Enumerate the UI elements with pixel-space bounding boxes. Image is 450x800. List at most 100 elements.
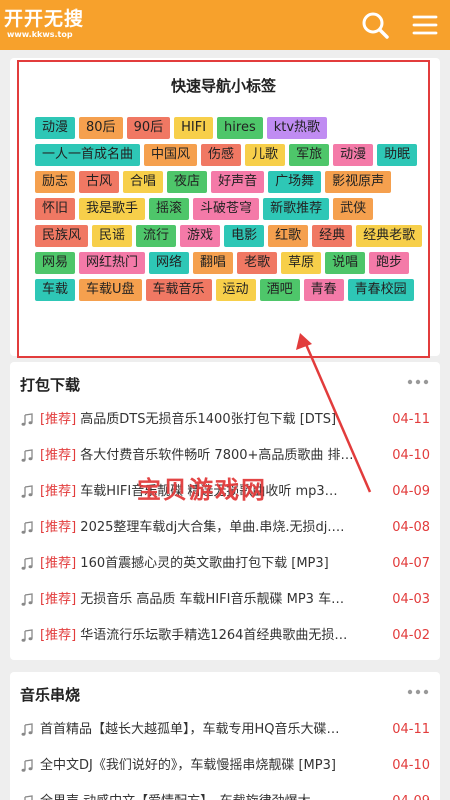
nav-tag[interactable]: ktv热歌 bbox=[266, 117, 328, 139]
nav-tag[interactable]: 酒吧 bbox=[259, 279, 300, 301]
list-item[interactable]: [推荐] 160首震撼心灵的英文歌曲打包下载 [MP3] 04-07 bbox=[10, 546, 440, 582]
list-item[interactable]: [推荐] 华语流行乐坛歌手精选1264首经典歌曲无损… 04-02 bbox=[10, 618, 440, 654]
nav-tag[interactable]: 好声音 bbox=[211, 171, 265, 193]
nav-tag[interactable]: HIFI bbox=[174, 117, 214, 139]
item-date: 04-11 bbox=[392, 722, 430, 737]
nav-tag[interactable]: 老歌 bbox=[237, 252, 278, 274]
music-note-icon bbox=[21, 759, 33, 772]
nav-tag[interactable]: 动漫 bbox=[35, 117, 76, 139]
download-list: [推荐] 高品质DTS无损音乐1400张打包下载 [DTS] 04-11 [推荐] … bbox=[10, 402, 440, 654]
top-bar: 开开无搜 www.kkws.top bbox=[0, 0, 450, 50]
nav-tag[interactable]: 90后 bbox=[126, 117, 171, 139]
nav-tag[interactable]: 车载 bbox=[35, 279, 76, 301]
item-date: 04-09 bbox=[392, 484, 430, 499]
item-title[interactable]: 全男声 动感中文【爱情配方】，车载旋律劲爆大… bbox=[40, 793, 385, 800]
nav-tag[interactable]: 经典 bbox=[312, 225, 353, 247]
item-date: 04-10 bbox=[392, 758, 430, 773]
nav-tag[interactable]: 车载U盘 bbox=[79, 279, 142, 301]
nav-tag[interactable]: hires bbox=[217, 117, 263, 139]
list-item[interactable]: 首首精品【越长大越孤单】，车载专用HQ音乐大碟… 04-11 bbox=[10, 712, 440, 748]
highlight-frame: 快速导航小标签 动漫 80后 90后 HIFI hires ktv热歌 一人一首成名曲 中国风… bbox=[17, 60, 430, 358]
item-title[interactable]: [推荐] 各大付费音乐软件畅听 7800+高品质歌曲 排… bbox=[40, 447, 385, 465]
nav-tag[interactable]: 中国风 bbox=[144, 144, 198, 166]
item-text: 车载HIFI音乐靓碟 精选无损歌曲收听 mp3… bbox=[80, 484, 338, 499]
nav-tag[interactable]: 网红热门 bbox=[79, 252, 146, 274]
nav-tag[interactable]: 电影 bbox=[224, 225, 265, 247]
item-title[interactable]: [推荐] 车载HIFI音乐靓碟 精选无损歌曲收听 mp3… bbox=[40, 483, 385, 501]
recommend-label: [推荐] bbox=[40, 592, 77, 607]
nav-tag[interactable]: 80后 bbox=[79, 117, 123, 139]
logo-text: 开开无搜 bbox=[4, 8, 85, 30]
nav-tag[interactable]: 助眠 bbox=[377, 144, 418, 166]
nav-tag[interactable]: 运动 bbox=[215, 279, 256, 301]
nav-tag[interactable]: 军旅 bbox=[289, 144, 330, 166]
nav-tag[interactable]: 斗破苍穹 bbox=[193, 198, 260, 220]
nav-tag[interactable]: 网易 bbox=[35, 252, 76, 274]
nav-tag[interactable]: 摇滚 bbox=[149, 198, 190, 220]
music-note-icon bbox=[21, 413, 33, 426]
item-title[interactable]: [推荐] 160首震撼心灵的英文歌曲打包下载 [MP3] bbox=[40, 555, 385, 573]
search-icon[interactable] bbox=[359, 9, 391, 41]
nav-tag[interactable]: 我是歌手 bbox=[79, 198, 146, 220]
nav-tag[interactable]: 古风 bbox=[79, 171, 120, 193]
logo-url: www.kkws.top bbox=[7, 30, 73, 39]
nav-tag[interactable]: 说唱 bbox=[325, 252, 366, 274]
list-item[interactable]: [推荐] 各大付费音乐软件畅听 7800+高品质歌曲 排… 04-10 bbox=[10, 438, 440, 474]
list-item[interactable]: 全中文DJ《我们说好的》，车载慢摇串烧靓碟 [MP3] 04-10 bbox=[10, 748, 440, 784]
item-title[interactable]: [推荐] 2025整理车载dj大合集，单曲.串烧.无损dj.… bbox=[40, 519, 385, 537]
item-date: 04-07 bbox=[392, 556, 430, 571]
recommend-label: [推荐] bbox=[40, 448, 77, 463]
item-text: 高品质DTS无损音乐1400张打包下载 [DTS] bbox=[80, 412, 337, 427]
item-title[interactable]: [推荐] 高品质DTS无损音乐1400张打包下载 [DTS] bbox=[40, 411, 385, 429]
menu-icon[interactable] bbox=[409, 9, 441, 41]
item-title[interactable]: 首首精品【越长大越孤单】，车载专用HQ音乐大碟… bbox=[40, 721, 385, 739]
recommend-label: [推荐] bbox=[40, 412, 77, 427]
nav-tag[interactable]: 车载音乐 bbox=[145, 279, 212, 301]
nav-tag[interactable]: 游戏 bbox=[180, 225, 221, 247]
item-title[interactable]: [推荐] 华语流行乐坛歌手精选1264首经典歌曲无损… bbox=[40, 627, 385, 645]
music-note-icon bbox=[21, 629, 33, 642]
item-text: 160首震撼心灵的英文歌曲打包下载 [MP3] bbox=[80, 556, 329, 571]
nav-tag[interactable]: 红歌 bbox=[268, 225, 309, 247]
item-date: 04-02 bbox=[392, 628, 430, 643]
nav-tag[interactable]: 青春校园 bbox=[347, 279, 414, 301]
nav-tag[interactable]: 跑步 bbox=[369, 252, 410, 274]
nav-tag[interactable]: 草原 bbox=[281, 252, 322, 274]
list-item[interactable]: [推荐] 车载HIFI音乐靓碟 精选无损歌曲收听 mp3… 04-09 bbox=[10, 474, 440, 510]
more-dots-icon[interactable] bbox=[406, 682, 430, 702]
nav-tag[interactable]: 新歌推荐 bbox=[263, 198, 330, 220]
recommend-label: [推荐] bbox=[40, 628, 77, 643]
nav-tag[interactable]: 夜店 bbox=[167, 171, 208, 193]
nav-tag[interactable]: 翻唱 bbox=[193, 252, 234, 274]
music-note-icon bbox=[21, 521, 33, 534]
nav-tag[interactable]: 怀旧 bbox=[35, 198, 76, 220]
item-text: 2025整理车载dj大合集，单曲.串烧.无损dj.… bbox=[80, 520, 345, 535]
nav-tag[interactable]: 青春 bbox=[303, 279, 344, 301]
nav-tag[interactable]: 伤感 bbox=[201, 144, 242, 166]
nav-tag[interactable]: 一人一首成名曲 bbox=[35, 144, 141, 166]
nav-tag[interactable]: 动漫 bbox=[333, 144, 374, 166]
recommend-label: [推荐] bbox=[40, 556, 77, 571]
more-dots-icon[interactable] bbox=[406, 372, 430, 392]
site-logo[interactable]: 开开无搜 www.kkws.top bbox=[4, 8, 84, 42]
item-text: 全中文DJ《我们说好的》，车载慢摇串烧靓碟 [MP3] bbox=[40, 758, 336, 773]
nav-tag[interactable]: 影视原声 bbox=[325, 171, 392, 193]
list-item[interactable]: [推荐] 无损音乐 高品质 车载HIFI音乐靓碟 MP3 车… 04-03 bbox=[10, 582, 440, 618]
nav-tag[interactable]: 网络 bbox=[149, 252, 190, 274]
nav-tag[interactable]: 民族风 bbox=[35, 225, 89, 247]
nav-tag[interactable]: 武侠 bbox=[333, 198, 374, 220]
list-item[interactable]: 全男声 动感中文【爱情配方】，车载旋律劲爆大… 04-09 bbox=[10, 784, 440, 800]
nav-tag[interactable]: 民谣 bbox=[92, 225, 133, 247]
item-title[interactable]: [推荐] 无损音乐 高品质 车载HIFI音乐靓碟 MP3 车… bbox=[40, 591, 385, 609]
item-title[interactable]: 全中文DJ《我们说好的》，车载慢摇串烧靓碟 [MP3] bbox=[40, 757, 385, 775]
nav-tag[interactable]: 合唱 bbox=[123, 171, 164, 193]
nav-tag[interactable]: 励志 bbox=[35, 171, 76, 193]
quick-nav-card: 快速导航小标签 动漫 80后 90后 HIFI hires ktv热歌 一人一首成名曲 中国风… bbox=[10, 58, 440, 358]
nav-tag[interactable]: 流行 bbox=[136, 225, 177, 247]
nav-tag[interactable]: 儿歌 bbox=[245, 144, 286, 166]
list-item[interactable]: [推荐] 2025整理车载dj大合集，单曲.串烧.无损dj.… 04-08 bbox=[10, 510, 440, 546]
nav-tag[interactable]: 广场舞 bbox=[268, 171, 322, 193]
music-note-icon bbox=[21, 593, 33, 606]
nav-tag[interactable]: 经典老歌 bbox=[356, 225, 423, 247]
list-item[interactable]: [推荐] 高品质DTS无损音乐1400张打包下载 [DTS] 04-11 bbox=[10, 402, 440, 438]
